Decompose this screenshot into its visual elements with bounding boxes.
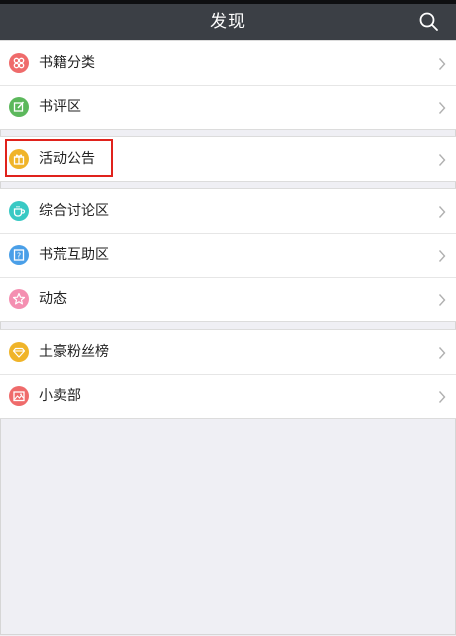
menu-group-2: 活动公告 <box>0 136 456 182</box>
chevron-right-icon <box>438 292 446 306</box>
top-nav-bar: 发现 <box>0 0 456 40</box>
menu-item-label: 动态 <box>39 291 67 307</box>
menu-item-label: 土豪粉丝榜 <box>39 344 109 360</box>
menu-item-book-review[interactable]: 书评区 <box>0 85 456 129</box>
menu-item-book-help[interactable]: ? 书荒互助区 <box>0 233 456 277</box>
help-icon: ? <box>9 245 29 265</box>
menu-group-3: 综合讨论区 ? 书荒互助区 动态 <box>0 188 456 322</box>
book-category-icon <box>9 53 29 73</box>
menu-item-activity[interactable]: 动态 <box>0 277 456 321</box>
svg-text:?: ? <box>17 252 21 261</box>
coffee-icon <box>9 201 29 221</box>
chevron-right-icon <box>438 345 446 359</box>
star-icon <box>9 289 29 309</box>
shop-icon <box>9 386 29 406</box>
menu-item-label: 小卖部 <box>39 388 81 404</box>
chevron-right-icon <box>438 152 446 166</box>
menu-item-label: 综合讨论区 <box>39 203 109 219</box>
menu-item-label: 书籍分类 <box>39 55 95 71</box>
menu-group-1: 书籍分类 书评区 <box>0 40 456 130</box>
diamond-icon <box>9 342 29 362</box>
page-title: 发现 <box>210 12 246 32</box>
menu-item-book-category[interactable]: 书籍分类 <box>0 41 456 85</box>
menu-item-general-discussion[interactable]: 综合讨论区 <box>0 189 456 233</box>
chevron-right-icon <box>438 248 446 262</box>
chevron-right-icon <box>438 204 446 218</box>
gift-icon <box>9 149 29 169</box>
menu-item-announcements[interactable]: 活动公告 <box>0 137 456 181</box>
chevron-right-icon <box>438 56 446 70</box>
menu-item-label: 活动公告 <box>39 151 95 167</box>
menu-item-fan-ranking[interactable]: 土豪粉丝榜 <box>0 330 456 374</box>
menu-item-label: 书评区 <box>39 99 81 115</box>
menu-item-label: 书荒互助区 <box>39 247 109 263</box>
chevron-right-icon <box>438 100 446 114</box>
chevron-right-icon <box>438 389 446 403</box>
menu-item-shop[interactable]: 小卖部 <box>0 374 456 418</box>
menu-group-4: 土豪粉丝榜 小卖部 <box>0 329 456 419</box>
search-icon[interactable] <box>418 11 440 33</box>
review-icon <box>9 97 29 117</box>
